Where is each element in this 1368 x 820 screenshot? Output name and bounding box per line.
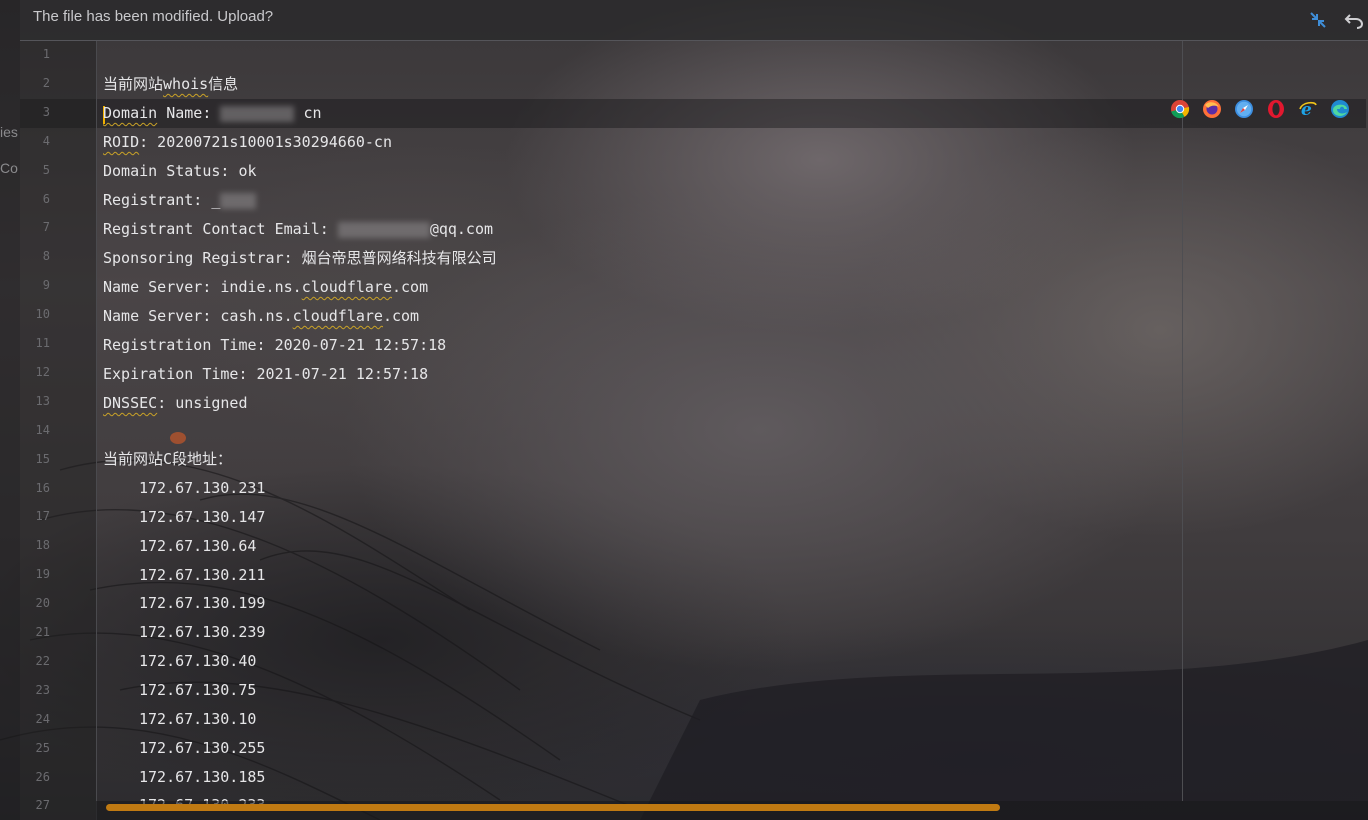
line-number: 23 — [35, 682, 50, 697]
line-number: 3 — [42, 104, 50, 119]
editor-window: ies Co The file has been modified. Uploa… — [0, 0, 1368, 820]
line-number: 12 — [35, 364, 50, 379]
code-line: Registration Time: 2020-07-21 12:57:18 — [103, 336, 447, 354]
line-number: 11 — [35, 336, 50, 350]
code-line: Expiration Time: 2021-07-21 12:57:18 — [103, 365, 429, 383]
line-number: 17 — [35, 509, 50, 524]
redacted-text — [220, 192, 257, 209]
line-number: 21 — [35, 625, 50, 639]
code-line: 当前网站C段地址： — [103, 450, 233, 468]
code-line: 当前网站whois信息 — [103, 75, 239, 93]
line-number: 18 — [35, 538, 50, 553]
line-number: 4 — [42, 133, 50, 148]
line-number: 10 — [35, 307, 50, 322]
ip-address-line: 172.67.130.64 — [139, 536, 257, 555]
code-line: DNSSEC: unsigned — [103, 394, 248, 412]
line-number: 7 — [42, 220, 50, 235]
ip-address-line: 172.67.130.75 — [139, 680, 257, 699]
scrollbar-thumb[interactable] — [106, 804, 1000, 811]
line-number: 2 — [42, 75, 50, 90]
ip-address-line: 172.67.130.255 — [139, 738, 266, 757]
file-modified-notification: The file has been modified. Upload? — [20, 0, 1368, 41]
line-number: 22 — [35, 653, 50, 668]
ip-address-line: 172.67.130.211 — [139, 565, 266, 584]
chrome-icon[interactable] — [1170, 99, 1190, 119]
line-number: 5 — [42, 162, 50, 177]
line-number: 1 — [42, 47, 50, 61]
left-panel-strip — [0, 0, 20, 820]
left-panel-fragment: Co — [0, 160, 18, 176]
redacted-text — [220, 105, 295, 122]
ip-address-line: 172.67.130.147 — [139, 507, 266, 526]
horizontal-scrollbar[interactable] — [96, 801, 1368, 820]
redacted-text — [337, 221, 430, 238]
line-number: 14 — [35, 422, 50, 437]
safari-icon[interactable] — [1234, 99, 1254, 119]
opera-icon[interactable] — [1266, 99, 1286, 119]
line-number: 24 — [35, 711, 50, 726]
notification-message: The file has been modified. Upload? — [33, 8, 274, 25]
ie-icon[interactable]: e — [1298, 99, 1318, 119]
ip-address-line: 172.67.130.231 — [139, 479, 266, 497]
firefox-icon[interactable] — [1202, 99, 1222, 119]
line-number: 27 — [35, 798, 50, 813]
line-number: 26 — [35, 769, 50, 784]
ip-address-line: 172.67.130.199 — [139, 594, 266, 613]
line-number: 15 — [35, 451, 50, 466]
line-number: 20 — [35, 596, 50, 611]
code-line: Name Server: cash.ns.cloudflare.com — [103, 307, 420, 325]
code-line: Sponsoring Registrar: 烟台帝思普网络科技有限公司 — [103, 249, 497, 267]
collapse-icon[interactable] — [1306, 8, 1330, 32]
ip-address-line: 172.67.130.10 — [139, 709, 257, 728]
line-number: 25 — [35, 740, 50, 755]
ip-address-line: 172.67.130.239 — [139, 623, 266, 642]
ip-address-line: 172.67.130.40 — [139, 652, 257, 671]
code-line: Registrant: _ — [103, 186, 257, 215]
code-line: Registrant Contact Email: @qq.com — [103, 220, 494, 238]
line-number: 19 — [35, 567, 50, 582]
browser-preview-bar: e — [1162, 94, 1366, 124]
undo-icon[interactable] — [1342, 8, 1366, 32]
code-line: ROID: 20200721s10001s30294660-cn — [103, 133, 392, 151]
code-line: Domain Name: cn — [103, 104, 322, 122]
line-number: 8 — [42, 249, 50, 264]
line-number: 16 — [35, 480, 50, 495]
ip-address-line: 172.67.130.185 — [139, 767, 266, 786]
line-number-gutter: 1 2 3 4 5 6 7 8 9 10 11 12 13 14 15 16 17 18 19 20 21 22 23 24 2… — [20, 41, 97, 820]
right-margin-guide — [1182, 41, 1183, 801]
left-panel-fragment: ies — [0, 124, 18, 140]
line-number: 9 — [42, 278, 50, 293]
line-number: 13 — [35, 393, 50, 408]
code-line: Domain Status: ok — [103, 162, 257, 180]
code-line: Name Server: indie.ns.cloudflare.com — [103, 278, 429, 296]
edge-icon[interactable] — [1330, 99, 1350, 119]
line-number: 6 — [42, 191, 50, 206]
